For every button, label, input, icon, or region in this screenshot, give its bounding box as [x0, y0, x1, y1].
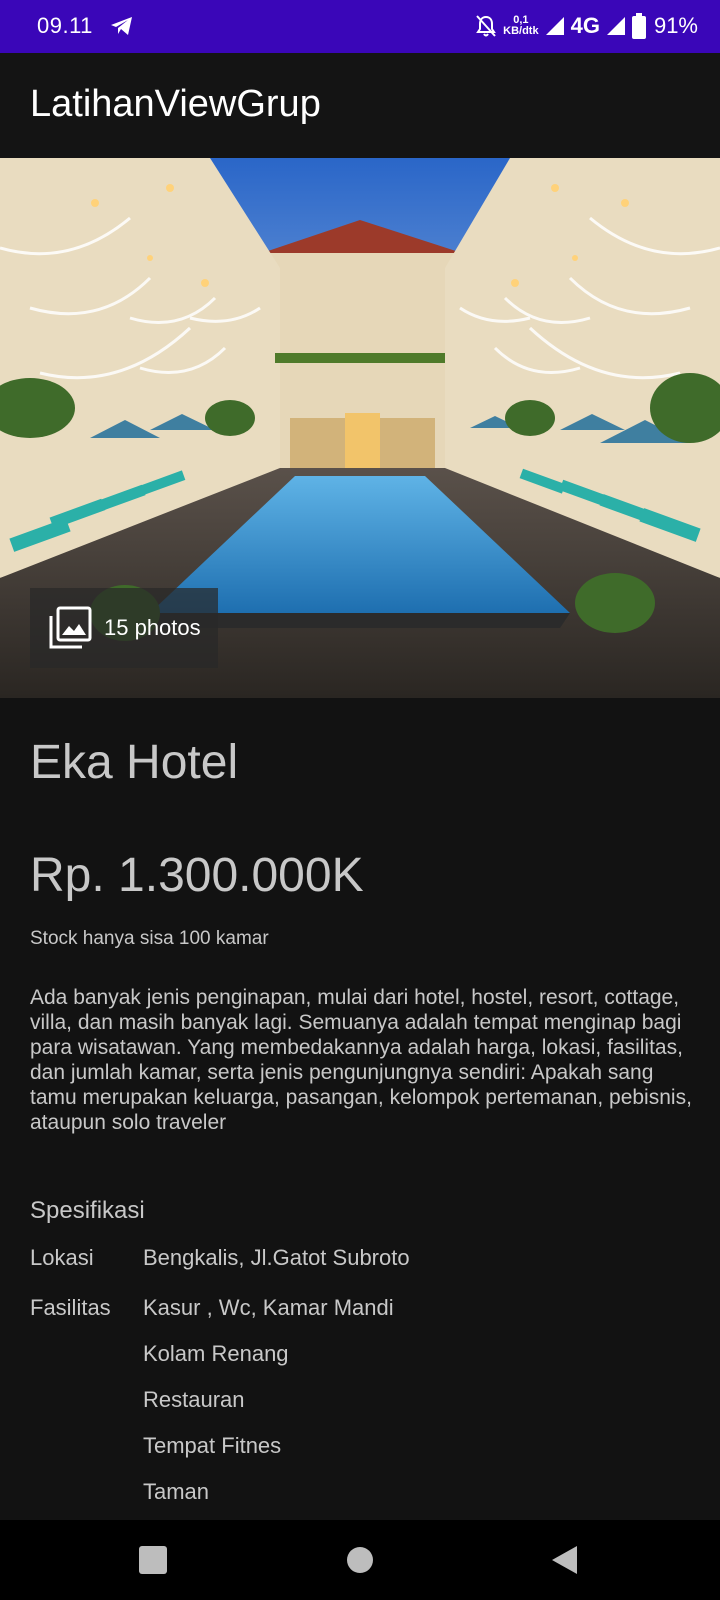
facility-item: Restauran: [143, 1387, 245, 1412]
facilities-label: Fasilitas: [30, 1295, 111, 1320]
status-time: 09.11: [37, 13, 93, 38]
status-icons: 0,1 KB/dtk 4G 91%: [475, 10, 698, 42]
back-button[interactable]: [530, 1520, 600, 1600]
hotel-photo[interactable]: 15 photos: [0, 158, 720, 698]
facility-item: Tempat Fitnes: [143, 1433, 282, 1458]
network-speed-unit: KB/dtk: [503, 25, 539, 37]
location-value: Bengkalis, Jl.Gatot Subroto: [143, 1245, 410, 1270]
facility-item: Taman: [143, 1479, 210, 1504]
photos-count-label: 15 photos: [104, 615, 201, 640]
facility-item: Kasur , Wc, Kamar Mandi: [143, 1295, 394, 1320]
battery-percent: 91%: [653, 13, 698, 38]
app-bar: LatihanViewGrup: [0, 53, 720, 158]
signal-icon: [545, 17, 564, 35]
battery-icon: [631, 13, 646, 39]
facility-item: Kolam Renang: [143, 1341, 289, 1366]
network-type: 4G: [570, 13, 600, 38]
status-bar: 09.11 0,1 KB/dtk 4G 91%: [0, 0, 720, 53]
hotel-description: Ada banyak jenis penginapan, mulai dari …: [30, 986, 692, 1134]
stock-info: Stock hanya sisa 100 kamar: [30, 928, 269, 949]
square-recents-icon: [139, 1546, 167, 1574]
hotel-price: Rp. 1.300.000K: [30, 849, 364, 902]
app-title: LatihanViewGrup: [30, 83, 321, 125]
network-speed: 0,1 KB/dtk: [503, 15, 538, 37]
home-button[interactable]: [325, 1520, 395, 1600]
specs-title: Spesifikasi: [30, 1197, 145, 1224]
system-nav-bar: [0, 1520, 720, 1600]
circle-home-icon: [347, 1547, 373, 1573]
signal-icon-secondary: [606, 17, 625, 35]
notifications-off-icon: [476, 15, 497, 37]
photo-library-icon: [49, 606, 92, 649]
location-label: Lokasi: [30, 1245, 94, 1270]
hotel-name: Eka Hotel: [30, 736, 239, 789]
recents-button[interactable]: [118, 1520, 188, 1600]
telegram-icon: [111, 17, 132, 35]
triangle-back-icon: [552, 1546, 577, 1574]
photos-count-chip[interactable]: 15 photos: [30, 588, 218, 668]
